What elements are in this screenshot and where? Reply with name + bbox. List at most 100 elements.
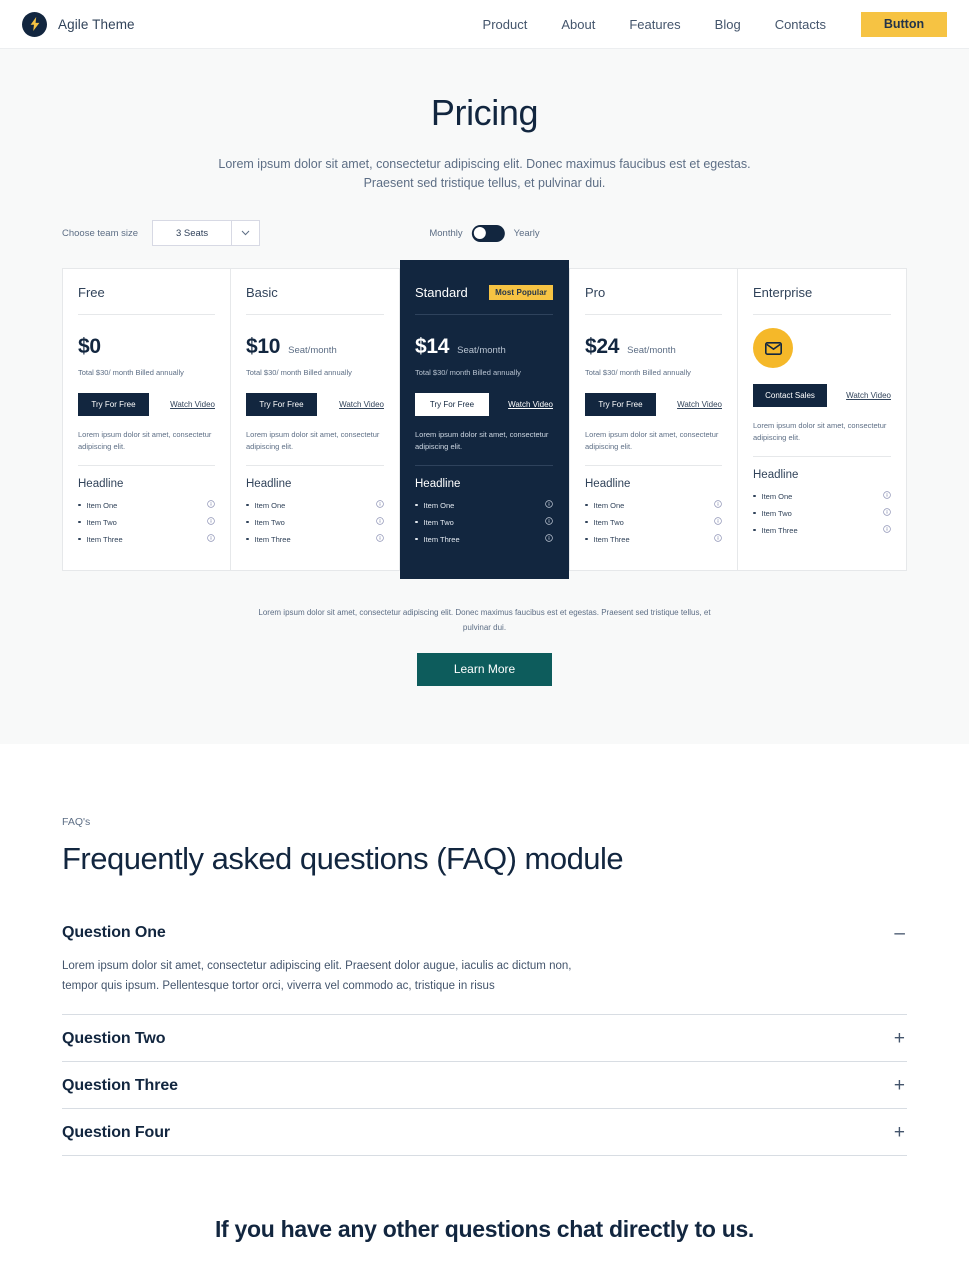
- minus-icon[interactable]: –: [894, 924, 907, 943]
- nav-item-features[interactable]: Features: [612, 17, 697, 32]
- features-list: Item One Item Two Item Three: [78, 497, 215, 548]
- plan-blurb: Lorem ipsum dolor sit amet, consectetur …: [246, 430, 380, 451]
- team-size-select[interactable]: 3 Seats: [152, 220, 233, 247]
- plan-price: $0: [78, 335, 101, 359]
- info-icon[interactable]: [376, 534, 384, 544]
- card-cta-row: Try For Free Watch Video: [415, 393, 553, 417]
- info-icon[interactable]: [207, 500, 215, 510]
- faq-question-row[interactable]: Question Three +: [62, 1062, 907, 1108]
- bullet-icon: [585, 520, 588, 524]
- price-row: $10 Seat/month: [246, 335, 384, 359]
- faq-question-row[interactable]: Question Two +: [62, 1015, 907, 1061]
- info-icon[interactable]: [545, 534, 553, 544]
- list-item: Item One: [78, 497, 215, 514]
- plan-billed-note: Total $30/ month Billed annually: [415, 368, 521, 378]
- nav-item-about[interactable]: About: [544, 17, 612, 32]
- watch-video-link[interactable]: Watch Video: [846, 391, 891, 400]
- pricing-card-enterprise[interactable]: Enterprise Contact Sales Watch Video Lor…: [738, 268, 907, 571]
- info-icon[interactable]: [545, 500, 553, 510]
- divider: [78, 464, 215, 466]
- chat-cta-line: If you have any other questions chat dir…: [214, 1216, 755, 1243]
- plan-blurb: Lorem ipsum dolor sit amet, consectetur …: [585, 430, 719, 451]
- bullet-icon: [415, 537, 418, 541]
- plan-name: Enterprise: [753, 285, 813, 301]
- features-list: Item One Item Two Item Three: [585, 497, 722, 548]
- card-header: Pro: [585, 285, 722, 300]
- nav-item-blog[interactable]: Blog: [698, 17, 758, 32]
- plan-price: $24: [585, 335, 620, 359]
- plan-billed-note: Total $30/ month Billed annually: [585, 368, 691, 378]
- bullet-icon: [753, 528, 756, 532]
- nav-item-product[interactable]: Product: [466, 17, 545, 32]
- pricing-card-standard[interactable]: Standard Most Popular $14 Seat/month Tot…: [400, 260, 569, 579]
- divider: [585, 464, 722, 466]
- pricing-card-pro[interactable]: Pro $24 Seat/month Total $30/ month Bill…: [569, 268, 738, 571]
- header-cta-button[interactable]: Button: [861, 11, 947, 37]
- team-size-label: Choose team size: [62, 227, 139, 239]
- features-headline: Headline: [585, 477, 631, 490]
- nav-item-contacts[interactable]: Contacts: [758, 17, 843, 32]
- info-icon[interactable]: [376, 517, 384, 527]
- bullet-icon: [415, 520, 418, 524]
- info-icon[interactable]: [883, 525, 891, 535]
- features-headline: Headline: [415, 477, 461, 490]
- chevron-down-icon[interactable]: [232, 220, 261, 247]
- watch-video-link[interactable]: Watch Video: [677, 400, 722, 409]
- list-item: Item Three: [753, 522, 891, 539]
- pricing-cards: Free $0 Total $30/ month Billed annually…: [0, 260, 969, 579]
- try-for-free-button[interactable]: Try For Free: [585, 393, 656, 417]
- faq-question-row[interactable]: Question Four +: [62, 1109, 907, 1155]
- faq-title: Frequently asked questions (FAQ) module: [62, 840, 624, 876]
- info-icon[interactable]: [545, 517, 553, 527]
- feature-label: Item Two: [423, 517, 454, 527]
- list-item: Item Three: [415, 531, 553, 548]
- feature-label: Item Three: [254, 534, 291, 544]
- pricing-card-basic[interactable]: Basic $10 Seat/month Total $30/ month Bi…: [231, 268, 400, 571]
- list-item: Item One: [753, 488, 891, 505]
- feature-label: Item Two: [593, 517, 624, 527]
- faq-item[interactable]: Question One – Lorem ipsum dolor sit ame…: [62, 910, 907, 1016]
- info-icon[interactable]: [883, 508, 891, 518]
- bullet-icon: [753, 494, 756, 498]
- plus-icon[interactable]: +: [894, 1029, 907, 1048]
- plus-icon[interactable]: +: [894, 1123, 907, 1142]
- plan-name: Basic: [246, 285, 278, 301]
- try-for-free-button[interactable]: Try For Free: [78, 393, 149, 417]
- page-title: Pricing: [430, 92, 539, 133]
- plan-blurb: Lorem ipsum dolor sit amet, consectetur …: [78, 430, 212, 451]
- billing-yearly-label: Yearly: [513, 227, 540, 239]
- learn-more-button[interactable]: Learn More: [417, 652, 552, 686]
- faq-question: Question One: [62, 924, 166, 942]
- plan-price-unit: Seat/month: [288, 345, 337, 357]
- try-for-free-button[interactable]: Try For Free: [415, 393, 489, 417]
- billing-toggle-switch[interactable]: [471, 224, 505, 242]
- info-icon[interactable]: [207, 534, 215, 544]
- billing-toggle-group: Monthly Yearly: [429, 224, 540, 242]
- faq-item[interactable]: Question Three +: [62, 1062, 907, 1110]
- info-icon[interactable]: [714, 534, 722, 544]
- faq-question-row[interactable]: Question One –: [62, 910, 907, 953]
- info-icon[interactable]: [376, 500, 384, 510]
- info-icon[interactable]: [714, 517, 722, 527]
- brand-logo[interactable]: Agile Theme: [22, 11, 135, 37]
- plus-icon[interactable]: +: [894, 1076, 907, 1095]
- bullet-icon: [246, 520, 249, 524]
- watch-video-link[interactable]: Watch Video: [339, 400, 384, 409]
- info-icon[interactable]: [714, 500, 722, 510]
- pricing-footnote: Lorem ipsum dolor sit amet, consectetur …: [258, 607, 711, 633]
- watch-video-link[interactable]: Watch Video: [170, 400, 215, 409]
- faq-answer: Lorem ipsum dolor sit amet, consectetur …: [62, 959, 572, 992]
- watch-video-link[interactable]: Watch Video: [508, 400, 553, 409]
- list-item: Item One: [415, 497, 553, 514]
- faq-item[interactable]: Question Two +: [62, 1015, 907, 1063]
- try-for-free-button[interactable]: Try For Free: [246, 393, 317, 417]
- info-icon[interactable]: [883, 491, 891, 501]
- bullet-icon: [246, 503, 249, 507]
- toggle-knob: [474, 227, 487, 240]
- faq-item[interactable]: Question Four +: [62, 1109, 907, 1157]
- billing-monthly-label: Monthly: [429, 227, 463, 239]
- info-icon[interactable]: [207, 517, 215, 527]
- contact-sales-button[interactable]: Contact Sales: [753, 384, 827, 408]
- pricing-card-free[interactable]: Free $0 Total $30/ month Billed annually…: [62, 268, 231, 571]
- bullet-icon: [78, 520, 81, 524]
